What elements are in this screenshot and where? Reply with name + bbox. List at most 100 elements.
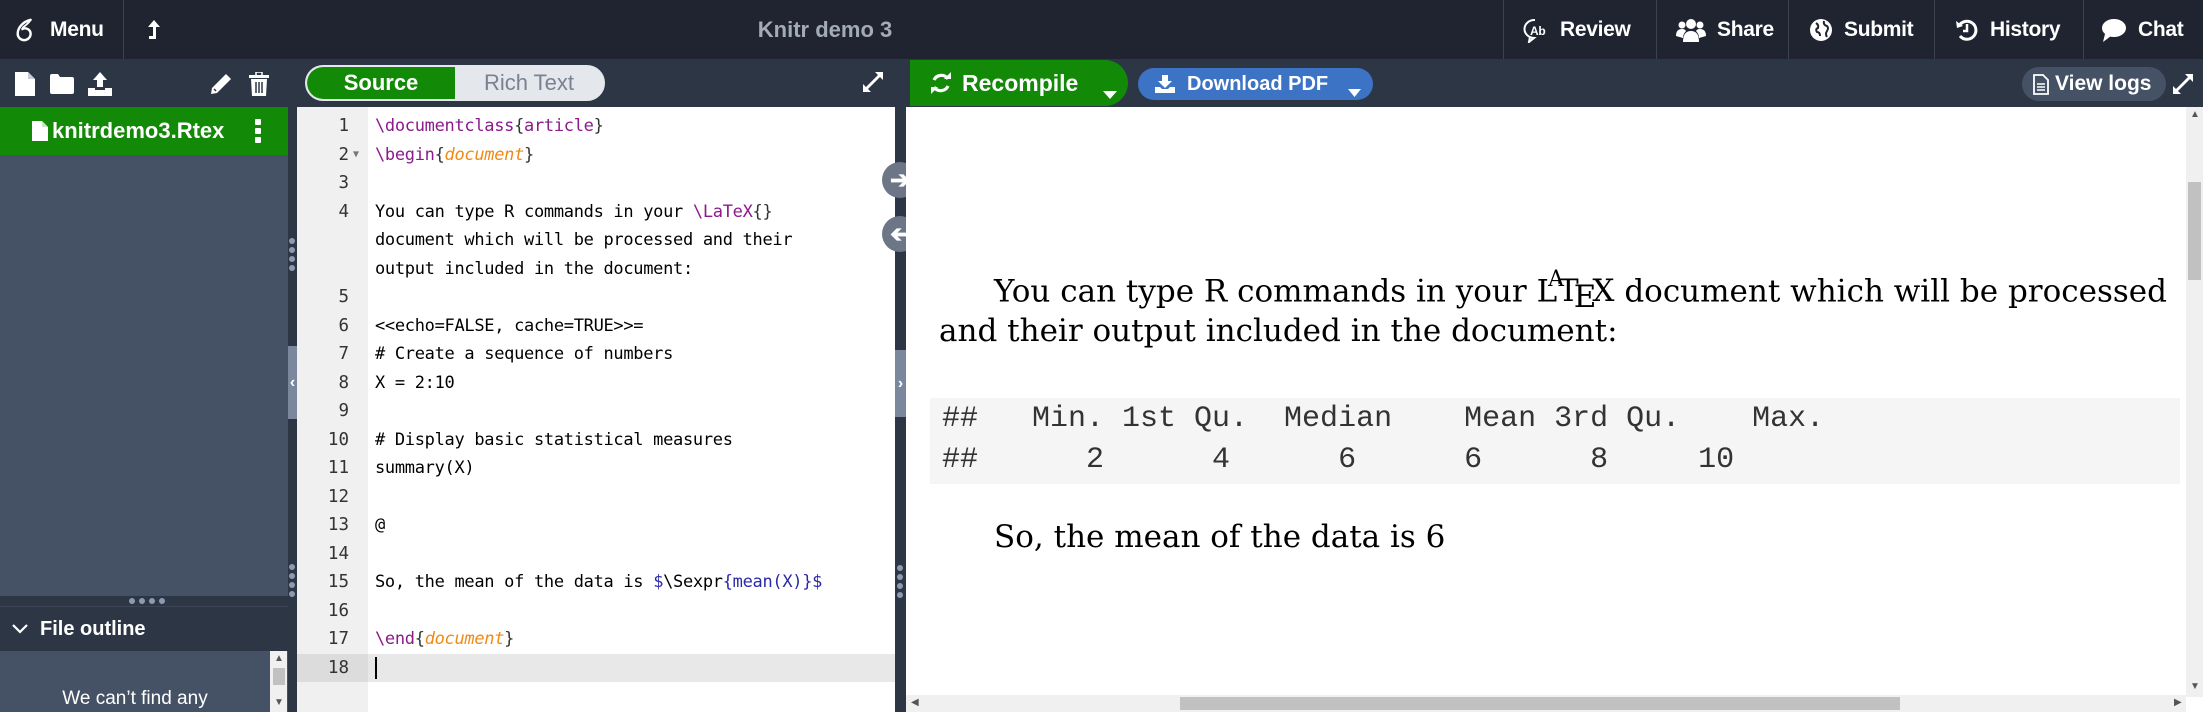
new-file-icon: [15, 72, 35, 96]
file-tree-panel: knitrdemo3.Rtex File outline We can’t fi…: [0, 107, 288, 712]
refresh-icon: [931, 72, 951, 94]
review-button[interactable]: Ab Review: [1520, 0, 1631, 59]
code-text: X = 2:10: [375, 372, 455, 393]
collapse-sidebar-button[interactable]: ‹: [288, 346, 297, 419]
review-icon: Ab: [1523, 18, 1546, 43]
recompile-options-caret-icon[interactable]: [1103, 78, 1117, 105]
file-icon: [32, 121, 48, 141]
download-pdf-label: Download PDF: [1187, 72, 1329, 95]
file-tree-item-selected[interactable]: knitrdemo3.Rtex: [0, 107, 288, 155]
file-outline-toggle[interactable]: File outline: [0, 606, 288, 651]
code-line[interactable]: 15 So, the mean of the data is $\Sexpr{me…: [297, 568, 895, 597]
view-logs-button[interactable]: View logs: [2022, 67, 2166, 101]
delete-trash-icon: [249, 72, 269, 96]
chevron-down-icon: [12, 624, 28, 634]
file-menu-kebab-icon[interactable]: [254, 119, 262, 149]
code-text: \documentclass{article}: [375, 116, 604, 136]
code-line[interactable]: 2 ▼ \begin{document}: [297, 141, 895, 170]
collapse-pdf-button[interactable]: ›: [895, 350, 906, 417]
code-line[interactable]: output included in the document:: [297, 255, 895, 284]
code-line[interactable]: 3: [297, 169, 895, 198]
code-text: # Display basic statistical measures: [375, 429, 733, 450]
code-line[interactable]: document which will be processed and the…: [297, 226, 895, 255]
pdf-horizontal-scrollbar[interactable]: ◀ ▶: [906, 695, 2186, 712]
users-icon: [1676, 18, 1706, 42]
new-folder-icon: [50, 74, 74, 94]
code-line[interactable]: 11 summary(X): [297, 454, 895, 483]
pdf-viewer[interactable]: You can type R commands in your LATEX do…: [906, 107, 2203, 712]
new-folder-button[interactable]: [50, 71, 74, 97]
delete-button[interactable]: [248, 71, 270, 97]
outline-scrollbar[interactable]: ▲ ▼: [270, 651, 287, 712]
rich-text-mode-button[interactable]: Rich Text: [455, 67, 603, 99]
globe-icon: [1810, 18, 1832, 41]
sidebar-resize-handle[interactable]: ‹: [288, 107, 297, 712]
code-text: document which will be processed and the…: [375, 230, 793, 250]
code-line[interactable]: 13 @: [297, 511, 895, 540]
outline-empty-message: We can’t find any: [62, 688, 208, 709]
project-title[interactable]: Knitr demo 3: [0, 0, 1650, 59]
line-number: 5: [338, 287, 349, 307]
line-number: 4: [338, 201, 349, 222]
download-pdf-button[interactable]: Download PDF: [1138, 68, 1373, 100]
line-number: 17: [327, 629, 349, 649]
share-button[interactable]: Share: [1675, 0, 1774, 59]
download-options-caret-icon[interactable]: [1348, 80, 1361, 103]
pdf-text: You can type R commands in your: [994, 273, 1527, 310]
history-icon: [1956, 19, 1978, 41]
code-text: \begin{document}: [375, 144, 534, 165]
history-label: History: [1990, 17, 2061, 41]
line-number: 14: [327, 543, 349, 564]
line-number: 7: [338, 344, 349, 364]
review-label: Review: [1560, 17, 1631, 41]
upload-icon: [88, 72, 112, 96]
line-number: 12: [327, 486, 349, 507]
code-line[interactable]: 1 \documentclass{article}: [297, 112, 895, 141]
code-line[interactable]: 6 <<echo=FALSE, cache=TRUE>>=: [297, 312, 895, 341]
fold-toggle-icon[interactable]: ▼: [353, 141, 359, 170]
code-text: @: [375, 515, 385, 535]
new-file-button[interactable]: [14, 71, 36, 97]
chat-label: Chat: [2138, 17, 2184, 41]
pdf-paragraph-2: So, the mean of the data is 6: [994, 519, 1446, 555]
outline-resize-handle[interactable]: [0, 596, 288, 606]
line-number: 11: [327, 458, 349, 478]
code-line[interactable]: 16: [297, 597, 895, 626]
chat-button[interactable]: Chat: [2098, 0, 2184, 59]
source-mode-button[interactable]: Source: [307, 67, 455, 99]
code-editor[interactable]: 1 \documentclass{article} 2 ▼ \begin{documen…: [297, 107, 895, 712]
submit-button[interactable]: Submit: [1808, 0, 1914, 59]
code-line[interactable]: 4 You can type R commands in your \LaTeX{…: [297, 198, 895, 227]
editor-mode-toggle: Source Rich Text: [305, 65, 605, 101]
upload-button[interactable]: [88, 71, 112, 97]
expand-arrows-icon: [863, 72, 883, 92]
top-navigation-bar: Menu Knitr demo 3 Ab Review Share Submit…: [0, 0, 2203, 59]
chevron-left-icon: ‹: [289, 373, 296, 391]
code-line[interactable]: 12: [297, 483, 895, 512]
pdf-vertical-scrollbar[interactable]: ▲ ▼: [2186, 107, 2203, 697]
code-line[interactable]: 9: [297, 397, 895, 426]
code-line[interactable]: 8 X = 2:10: [297, 369, 895, 398]
recompile-button[interactable]: Recompile: [910, 60, 1128, 106]
code-line[interactable]: 18: [297, 653, 895, 683]
rename-button[interactable]: [210, 71, 232, 97]
code-line[interactable]: 17 \end{document}: [297, 625, 895, 654]
code-line[interactable]: 14: [297, 540, 895, 569]
expand-arrows-icon: [2173, 74, 2193, 94]
chat-bubble-icon: [2102, 18, 2126, 42]
code-text: output included in the document:: [375, 258, 693, 279]
code-line[interactable]: 10 # Display basic statistical measures: [297, 426, 895, 455]
history-button[interactable]: History: [1954, 0, 2061, 59]
expand-editor-button[interactable]: [862, 71, 884, 93]
code-line[interactable]: 5: [297, 283, 895, 312]
file-tree-toolbar: [0, 59, 288, 107]
line-number: 10: [327, 429, 349, 450]
code-text: [375, 654, 377, 683]
submit-label: Submit: [1844, 17, 1914, 41]
expand-pdf-button[interactable]: [2172, 73, 2194, 95]
line-number: 16: [327, 600, 349, 621]
line-number: 13: [327, 515, 349, 535]
code-text: You can type R commands in your \LaTeX{}: [375, 201, 773, 222]
line-number: 8: [338, 372, 349, 393]
code-line[interactable]: 7 # Create a sequence of numbers: [297, 340, 895, 369]
